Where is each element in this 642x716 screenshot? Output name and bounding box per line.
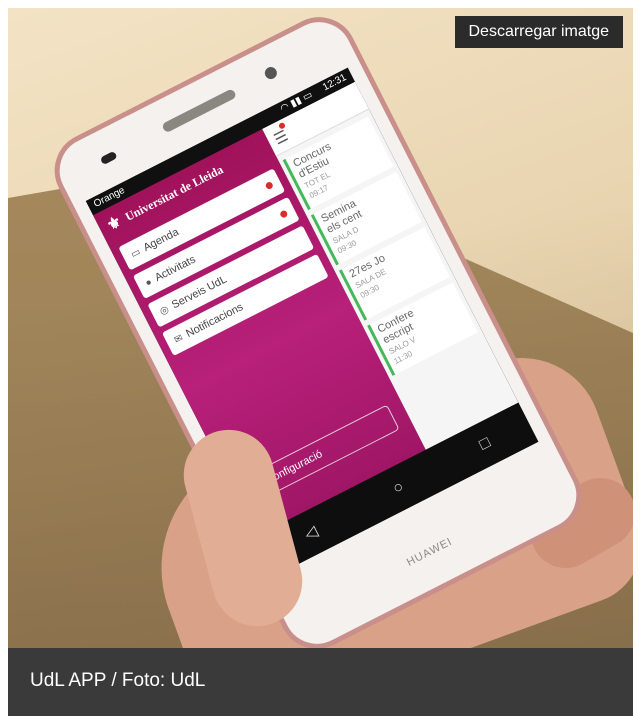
menu-item-label: Agenda — [141, 226, 181, 255]
back-icon[interactable]: ◁ — [301, 521, 321, 544]
download-image-button[interactable]: Descarregar imatge — [454, 16, 623, 48]
notification-dot — [264, 180, 274, 191]
recents-icon[interactable]: □ — [477, 434, 494, 454]
udl-logo-icon: ⚜ — [104, 213, 125, 235]
calendar-icon: ▭ — [128, 246, 143, 261]
menu-item-label: Activitats — [153, 253, 198, 285]
home-icon[interactable]: ○ — [390, 478, 407, 498]
caption-bar: UdL APP / Foto: UdL — [8, 648, 633, 716]
mail-icon: ✉ — [172, 332, 185, 346]
hamburger-menu-icon[interactable]: ☰ — [271, 126, 291, 148]
notification-dot — [279, 209, 289, 219]
user-icon: ● — [143, 276, 154, 289]
image-caption: UdL APP / Foto: UdL — [30, 670, 206, 691]
photo: Orange ◠ ▮▮ ▭ 12:31 ⚜ Universitat de Lle… — [8, 8, 633, 648]
services-icon: ◎ — [157, 303, 171, 318]
